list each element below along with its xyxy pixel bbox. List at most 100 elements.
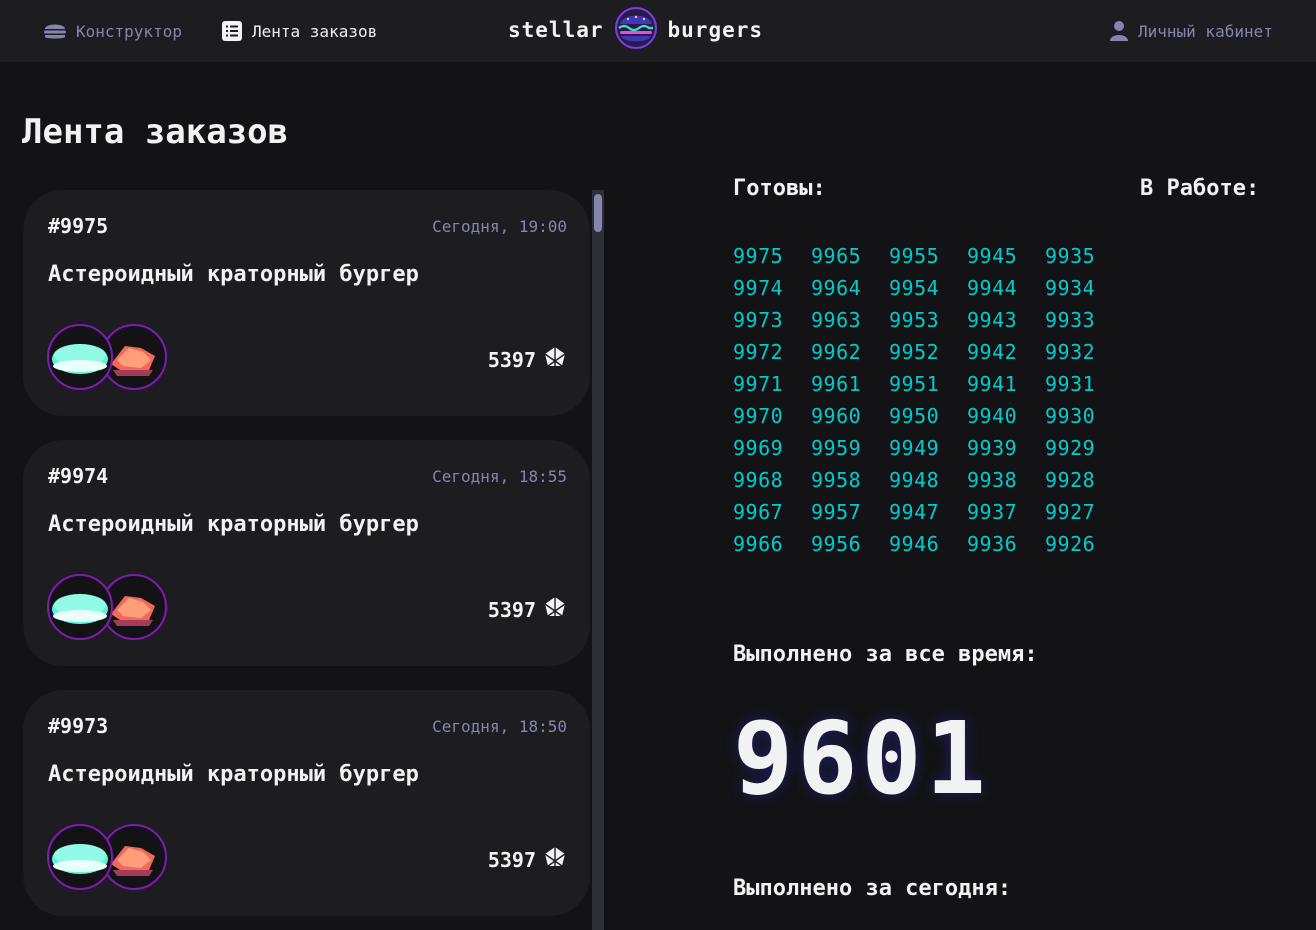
ready-order-number: 9943 bbox=[967, 308, 1018, 332]
ready-order-number: 9948 bbox=[889, 468, 940, 492]
nav-account[interactable]: Личный кабинет bbox=[1109, 18, 1273, 44]
order-price: 5397 bbox=[488, 596, 567, 623]
ready-order-number: 9947 bbox=[889, 500, 940, 524]
burger-icon bbox=[43, 21, 67, 41]
price-value: 5397 bbox=[487, 597, 536, 622]
order-number: #9973 bbox=[48, 714, 109, 738]
logo-text-left: stellar bbox=[508, 18, 604, 42]
ready-order-number: 9939 bbox=[967, 436, 1018, 460]
ingredient-list bbox=[47, 824, 247, 892]
ready-order-number: 9930 bbox=[1045, 404, 1096, 428]
order-number: #9975 bbox=[48, 214, 109, 238]
order-card[interactable]: #9975 Сегодня, 19:00 Астероидный краторн… bbox=[23, 190, 590, 416]
ready-orders-grid: 9975 9965 9955 9945 9935 9974 9964 9954 … bbox=[733, 244, 1123, 564]
ready-order-number: 9975 bbox=[733, 244, 784, 268]
page-title: Лента заказов bbox=[22, 112, 289, 152]
ready-order-number: 9955 bbox=[889, 244, 940, 268]
ready-order-number: 9951 bbox=[889, 372, 940, 396]
ready-order-number: 9971 bbox=[733, 372, 784, 396]
ready-order-number: 9946 bbox=[889, 532, 940, 556]
bun-icon bbox=[47, 824, 113, 890]
currency-icon bbox=[543, 596, 567, 623]
nav-constructor[interactable]: Конструктор bbox=[43, 18, 182, 44]
ready-order-number: 9959 bbox=[811, 436, 862, 460]
ready-order-number: 9937 bbox=[967, 500, 1018, 524]
ingredient-list bbox=[47, 324, 247, 392]
ready-order-number: 9970 bbox=[733, 404, 784, 428]
list-icon bbox=[221, 20, 243, 42]
ready-order-number: 9934 bbox=[1045, 276, 1096, 300]
ready-order-number: 9961 bbox=[811, 372, 862, 396]
ready-order-number: 9953 bbox=[889, 308, 940, 332]
order-feed[interactable]: #9975 Сегодня, 19:00 Астероидный краторн… bbox=[22, 190, 592, 930]
order-card[interactable]: #9974 Сегодня, 18:55 Астероидный краторн… bbox=[23, 440, 590, 666]
order-name: Астероидный краторный бургер bbox=[48, 762, 419, 787]
bun-icon bbox=[47, 574, 113, 640]
logo-text-right: burgers bbox=[667, 18, 764, 42]
ready-order-number: 9929 bbox=[1045, 436, 1096, 460]
ready-order-number: 9940 bbox=[967, 404, 1018, 428]
ready-order-number: 9958 bbox=[811, 468, 862, 492]
burger-logo-icon bbox=[614, 6, 658, 54]
in-work-title: В Работе: bbox=[1140, 176, 1260, 201]
currency-icon bbox=[543, 346, 567, 373]
order-price: 5397 bbox=[488, 346, 567, 373]
ready-order-number: 9963 bbox=[811, 308, 862, 332]
ready-order-number: 9944 bbox=[967, 276, 1018, 300]
ready-order-number: 9967 bbox=[733, 500, 784, 524]
currency-icon bbox=[543, 846, 567, 873]
nav-feed-label: Лента заказов bbox=[252, 21, 378, 41]
app-header: Конструктор Лента заказов stellar burger… bbox=[0, 0, 1316, 62]
ready-order-number: 9927 bbox=[1045, 500, 1096, 524]
ready-order-number: 9968 bbox=[733, 468, 784, 492]
ready-order-number: 9974 bbox=[733, 276, 784, 300]
logo[interactable]: stellar burgers bbox=[508, 6, 763, 54]
ready-order-number: 9926 bbox=[1045, 532, 1096, 556]
ready-order-number: 9952 bbox=[889, 340, 940, 364]
order-time: Сегодня, 18:50 bbox=[432, 717, 567, 736]
price-value: 5397 bbox=[487, 847, 536, 872]
ready-order-number: 9966 bbox=[733, 532, 784, 556]
ready-order-number: 9945 bbox=[967, 244, 1018, 268]
order-name: Астероидный краторный бургер bbox=[48, 512, 419, 537]
ready-order-number: 9973 bbox=[733, 308, 784, 332]
ready-order-number: 9928 bbox=[1045, 468, 1096, 492]
nav-account-label: Личный кабинет bbox=[1138, 21, 1273, 41]
total-completed-value: 9601 bbox=[733, 700, 990, 817]
profile-icon bbox=[1109, 20, 1129, 42]
ready-order-number: 9965 bbox=[811, 244, 862, 268]
price-value: 5397 bbox=[487, 347, 536, 372]
order-time: Сегодня, 19:00 bbox=[432, 217, 567, 236]
order-card[interactable]: #9973 Сегодня, 18:50 Астероидный краторн… bbox=[23, 690, 590, 916]
ready-order-number: 9972 bbox=[733, 340, 784, 364]
total-completed-label: Выполнено за все время: bbox=[733, 642, 1038, 667]
ready-order-number: 9957 bbox=[811, 500, 862, 524]
feed-scrollbar-thumb[interactable] bbox=[594, 194, 602, 232]
ready-order-number: 9941 bbox=[967, 372, 1018, 396]
order-price: 5397 bbox=[488, 846, 567, 873]
ready-order-number: 9956 bbox=[811, 532, 862, 556]
nav-constructor-label: Конструктор bbox=[76, 21, 182, 41]
ready-order-number: 9933 bbox=[1045, 308, 1096, 332]
ready-order-number: 9962 bbox=[811, 340, 862, 364]
ready-order-number: 9931 bbox=[1045, 372, 1096, 396]
ready-order-number: 9964 bbox=[811, 276, 862, 300]
ready-order-number: 9969 bbox=[733, 436, 784, 460]
feed-scrollbar-track[interactable] bbox=[592, 190, 604, 930]
ready-order-number: 9954 bbox=[889, 276, 940, 300]
ready-order-number: 9949 bbox=[889, 436, 940, 460]
ingredient-list bbox=[47, 574, 247, 642]
ready-title: Готовы: bbox=[733, 176, 826, 201]
nav-feed[interactable]: Лента заказов bbox=[221, 18, 377, 44]
ready-order-number: 9935 bbox=[1045, 244, 1096, 268]
order-time: Сегодня, 18:55 bbox=[432, 467, 567, 486]
ready-order-number: 9960 bbox=[811, 404, 862, 428]
ready-order-number: 9942 bbox=[967, 340, 1018, 364]
ready-order-number: 9938 bbox=[967, 468, 1018, 492]
order-name: Астероидный краторный бургер bbox=[48, 262, 419, 287]
ready-order-number: 9936 bbox=[967, 532, 1018, 556]
ready-order-number: 9932 bbox=[1045, 340, 1096, 364]
bun-icon bbox=[47, 324, 113, 390]
today-completed-label: Выполнено за сегодня: bbox=[733, 876, 1012, 901]
ready-order-number: 9950 bbox=[889, 404, 940, 428]
